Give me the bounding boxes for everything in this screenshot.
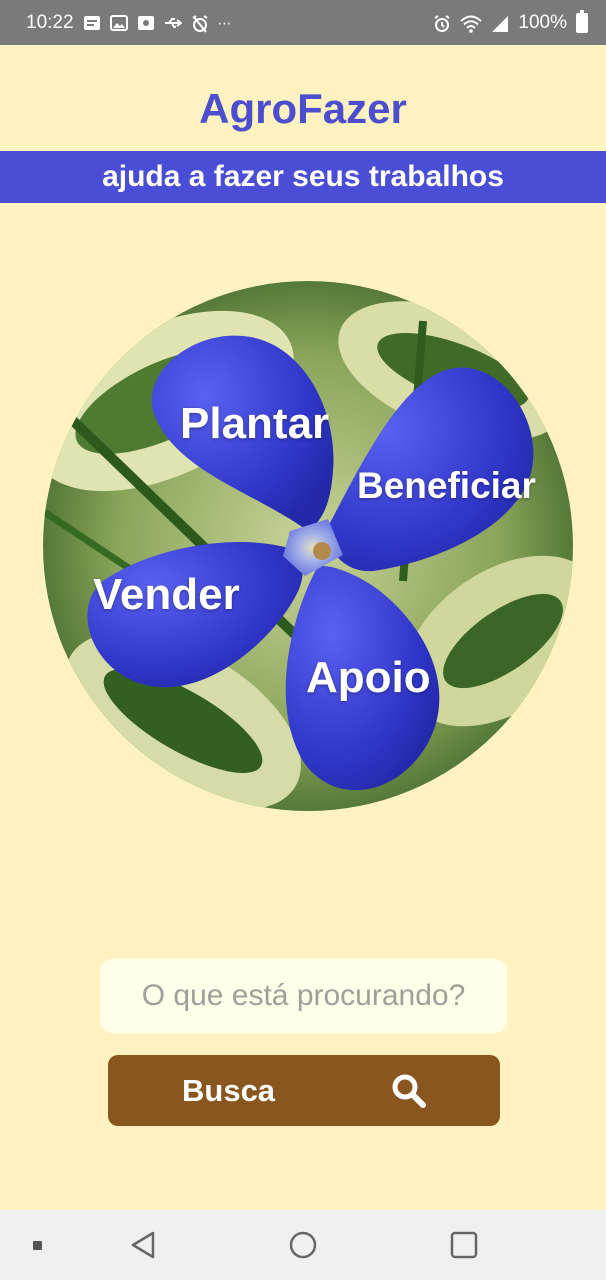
signal-icon [491, 15, 509, 32]
image-icon [109, 14, 128, 31]
battery-text: 100% [518, 11, 567, 33]
search-icon [391, 1073, 427, 1109]
status-bar: 10:22 ⋯ 100% [0, 0, 606, 45]
navigation-bar [0, 1210, 606, 1280]
menu-apoio[interactable]: Apoio [306, 653, 431, 703]
search-input[interactable] [100, 959, 507, 1033]
flower-image [43, 281, 573, 811]
alarm-off-icon [191, 14, 209, 33]
alarm-icon [433, 14, 451, 32]
app-screen: 10:22 ⋯ 100% AgroFazer ajuda a fazer seu… [0, 0, 606, 1280]
back-icon[interactable] [127, 1229, 159, 1261]
status-time: 10:22 [26, 11, 74, 33]
status-right: 100% [433, 9, 588, 34]
status-left: 10:22 ⋯ [26, 12, 236, 34]
overview-icon[interactable] [448, 1229, 480, 1261]
home-icon[interactable] [287, 1229, 319, 1261]
app-subtitle: ajuda a fazer seus trabalhos [0, 151, 606, 203]
menu-plantar[interactable]: Plantar [180, 399, 329, 449]
search-button-label: Busca [182, 1073, 276, 1108]
wifi-icon [460, 15, 483, 33]
more-icon: ⋯ [217, 14, 233, 31]
flower-menu: Plantar Beneficiar Vender Apoio [43, 281, 573, 811]
subtitle-text: ajuda a fazer seus trabalhos [102, 160, 504, 193]
recent-dot-icon [33, 1241, 42, 1250]
menu-beneficiar[interactable]: Beneficiar [357, 465, 536, 507]
usb-icon [164, 15, 183, 31]
menu-vender[interactable]: Vender [93, 570, 240, 620]
battery-icon [576, 9, 588, 33]
notification-icon [83, 15, 101, 31]
search-button[interactable]: Busca [108, 1055, 500, 1126]
app-title: AgroFazer [199, 85, 407, 132]
screenshot-icon [137, 15, 155, 31]
